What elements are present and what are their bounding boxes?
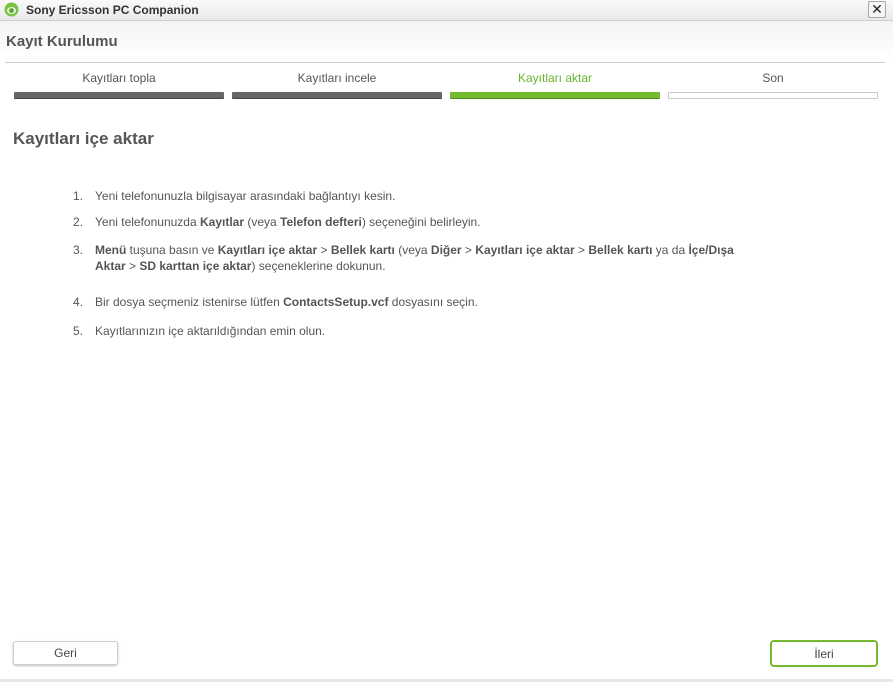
instruction-text: Menü tuşuna basın ve Kayıtları içe aktar… [95,243,734,273]
back-button[interactable]: Geri [13,641,118,665]
instruction-text: Yeni telefonunuzda Kayıtlar (veya Telefo… [95,215,481,229]
instruction-number: 1. [73,189,84,203]
header-band [0,21,893,59]
step-progress-transfer [450,92,660,99]
instruction-number: 5. [73,324,84,338]
step-label-transfer: Kayıtları aktar [517,71,593,85]
instruction-number: 2. [73,215,84,229]
section-title: Kayıtları içe aktar [13,129,154,148]
instruction-number: 4. [73,295,84,309]
step-progress-review [232,92,442,99]
next-button[interactable]: İleri [770,640,878,667]
step-label-collect: Kayıtları topla [82,71,156,85]
step-label-review: Kayıtları incele [297,71,377,85]
title-bar: Sony Ericsson PC Companion ✕ [0,0,893,21]
page-title: Kayıt Kurulumu [6,33,118,50]
instruction-number: 3. [73,243,84,257]
window-title: Sony Ericsson PC Companion [26,3,199,17]
instruction-text: Yeni telefonunuzla bilgisayar arasındaki… [95,189,396,203]
step-progress-collect [14,92,224,99]
instruction-text: Bir dosya seçmeniz istenirse lütfen Cont… [95,295,478,309]
sony-ericsson-logo-icon [4,2,19,17]
instruction-text: Kayıtlarınızın içe aktarıldığından emin … [95,324,326,338]
close-icon: ✕ [871,1,883,17]
step-label-finish: Son [762,71,784,85]
close-button[interactable]: ✕ [868,1,886,18]
step-progress-finish [668,92,878,99]
header-divider [5,62,885,63]
